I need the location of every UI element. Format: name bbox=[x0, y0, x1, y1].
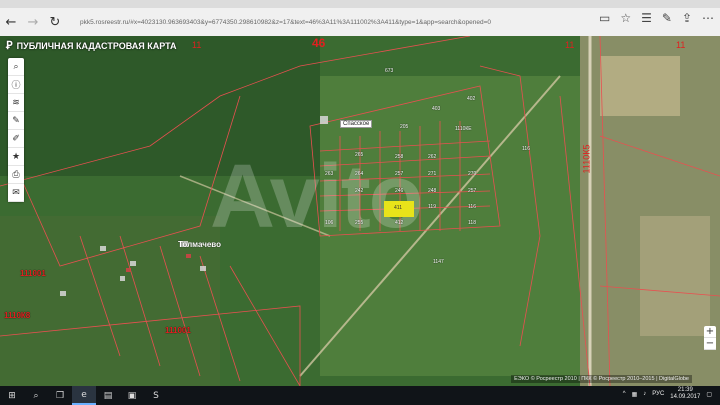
avito-watermark: Avito bbox=[210, 147, 424, 247]
parcel-label: 116 bbox=[468, 204, 476, 210]
edge-browser-icon[interactable]: e bbox=[72, 386, 96, 405]
map-view[interactable]: Avito Ꝑ ПУБЛИЧНАЯ КАДАСТРОВАЯ КАРТА 46 1… bbox=[0, 36, 720, 386]
more-icon[interactable]: ⋯ bbox=[702, 11, 714, 25]
notes-icon[interactable]: ✎ bbox=[662, 11, 672, 25]
parcel-label: 257 bbox=[468, 188, 477, 194]
parcel-label: 258 bbox=[395, 154, 404, 160]
district-label: 46 bbox=[312, 36, 326, 50]
refresh-button[interactable]: ↻ bbox=[44, 11, 66, 33]
windows-start-icon[interactable]: ⊞ bbox=[0, 386, 24, 405]
parcel-label: 402 bbox=[467, 96, 476, 102]
district-label: 11 bbox=[192, 40, 202, 50]
parcel-label: 263 bbox=[325, 171, 334, 177]
clock[interactable]: 21:39 14.09.2017 bbox=[670, 387, 700, 401]
district-label: 11 bbox=[676, 40, 686, 50]
parcel-label: 1110К5 bbox=[581, 144, 592, 174]
rosreestr-logo-icon: Ꝑ bbox=[6, 40, 13, 52]
task-view-icon[interactable]: ❒ bbox=[48, 386, 72, 405]
notifications-icon[interactable]: ▢ bbox=[706, 391, 712, 398]
selected-parcel-label: 411 bbox=[394, 205, 402, 211]
volume-icon[interactable]: ♪ bbox=[643, 391, 646, 397]
map-toolbar: ⌕ ⓘ ≋ ✎ ✐ ★ ⎙ ✉ bbox=[8, 58, 24, 202]
mail-icon[interactable]: ✉ bbox=[8, 184, 24, 202]
parcel-label: 242 bbox=[355, 188, 364, 194]
parcel-label: 111001 bbox=[20, 269, 46, 278]
parcel-label: 264 bbox=[355, 171, 364, 177]
clock-time: 21:39 bbox=[677, 387, 693, 393]
back-button[interactable]: ← bbox=[0, 11, 22, 33]
clock-date: 14.09.2017 bbox=[670, 394, 701, 400]
layers-icon[interactable]: ≋ bbox=[8, 94, 24, 112]
map-title: Ꝑ ПУБЛИЧНАЯ КАДАСТРОВАЯ КАРТА bbox=[6, 39, 177, 52]
parcel-label: 246 bbox=[395, 188, 404, 194]
skype-icon[interactable]: S bbox=[144, 386, 168, 405]
address-row: ← → ↻ pkk5.rosreestr.ru/#x=4023130.96369… bbox=[0, 8, 720, 36]
zoom-controls: + − bbox=[704, 326, 716, 350]
parcel-label: 106 bbox=[325, 220, 334, 226]
parcel-label: 1147 bbox=[433, 259, 444, 265]
parcel-label: 265 bbox=[355, 152, 364, 158]
parcel-label: 673 bbox=[385, 68, 394, 74]
selected-parcel[interactable]: 411 bbox=[384, 201, 414, 217]
parcel-label: 119 bbox=[428, 204, 436, 210]
favorites-icon[interactable]: ★ bbox=[8, 148, 24, 166]
place-label: Спасское bbox=[340, 120, 373, 128]
system-tray: ^ ▦ ♪ РУС 21:39 14.09.2017 ▢ bbox=[623, 387, 712, 401]
parcel-label: 205 bbox=[400, 124, 409, 130]
share-icon[interactable]: ⇪ bbox=[682, 11, 692, 25]
parcel-label: 1110КЕ bbox=[455, 126, 472, 132]
measure-icon[interactable]: ✎ bbox=[8, 112, 24, 130]
parcel-label: 255 bbox=[355, 220, 364, 226]
parcel-label: 248 bbox=[428, 188, 437, 194]
map-title-text: ПУБЛИЧНАЯ КАДАСТРОВАЯ КАРТА bbox=[16, 40, 177, 51]
map-attribution: ЕЭКО © Росреестр 2010 | ПКК © Росреестр … bbox=[511, 375, 692, 383]
address-bar[interactable]: pkk5.rosreestr.ru/#x=4023130.963693403&y… bbox=[80, 19, 510, 26]
zoom-in-button[interactable]: + bbox=[704, 326, 716, 338]
parcel-label: 118 bbox=[468, 220, 476, 226]
parcel-label: 412 bbox=[395, 220, 404, 226]
zoom-out-button[interactable]: − bbox=[704, 338, 716, 350]
draw-icon[interactable]: ✐ bbox=[8, 130, 24, 148]
favorite-star-icon[interactable]: ☆ bbox=[620, 11, 631, 25]
parcel-label: 1110К8 bbox=[4, 311, 31, 320]
district-label: 11 bbox=[565, 40, 575, 50]
search-icon[interactable]: ⌕ bbox=[8, 58, 24, 76]
parcel-label: 257 bbox=[395, 171, 404, 177]
windows-taskbar: ⊞ ⌕ ❒ e ▤ ▣ S ^ ▦ ♪ РУС 21:39 14.09.2017… bbox=[0, 386, 720, 405]
file-explorer-icon[interactable]: ▤ bbox=[96, 386, 120, 405]
parcel-label: 270 bbox=[468, 171, 477, 177]
browser-right-icons: ▭ ☆ ☰ ✎ ⇪ ⋯ bbox=[599, 11, 714, 25]
tab-strip bbox=[0, 0, 720, 8]
info-icon[interactable]: ⓘ bbox=[8, 76, 24, 94]
search-icon[interactable]: ⌕ bbox=[24, 386, 48, 405]
parcel-label: 116 bbox=[522, 146, 530, 152]
favorites-list-icon[interactable]: ☰ bbox=[641, 11, 652, 25]
village-label: Толмачево bbox=[178, 240, 222, 249]
language-indicator[interactable]: РУС bbox=[652, 391, 664, 397]
parcel-label: 262 bbox=[428, 154, 437, 160]
forward-button[interactable]: → bbox=[22, 11, 44, 33]
parcel-label: 111001 bbox=[165, 326, 191, 335]
print-icon[interactable]: ⎙ bbox=[8, 166, 24, 184]
store-icon[interactable]: ▣ bbox=[120, 386, 144, 405]
reading-view-icon[interactable]: ▭ bbox=[599, 11, 610, 25]
parcel-label: 403 bbox=[432, 106, 441, 112]
network-icon[interactable]: ▦ bbox=[632, 391, 638, 398]
tray-chevron-icon[interactable]: ^ bbox=[623, 391, 626, 397]
parcel-label: 271 bbox=[428, 171, 437, 177]
